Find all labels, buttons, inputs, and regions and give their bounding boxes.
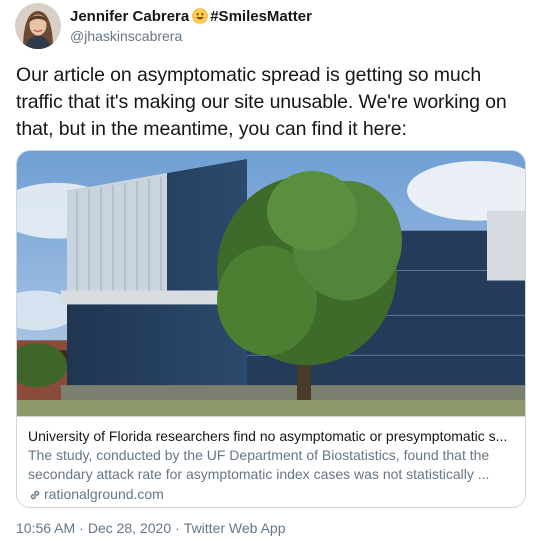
tweet-time[interactable]: 10:56 AM — [16, 520, 75, 536]
tweet: Jennifer Cabrera #SmilesMatter @jhaskinsc… — [0, 0, 540, 550]
building-photo — [17, 151, 525, 417]
smiley-face-emoji — [192, 8, 209, 24]
card-description: The study, conducted by the UF Departmen… — [28, 447, 490, 482]
link-card[interactable]: University of Florida researchers find n… — [16, 150, 526, 508]
user-handle[interactable]: @jhaskinscabrera — [70, 27, 312, 46]
card-domain: rationalground.com — [28, 485, 514, 504]
tweet-text: Our article on asymptomatic spread is ge… — [16, 64, 507, 140]
link-icon — [30, 490, 40, 499]
card-body: University of Florida researchers find n… — [17, 417, 525, 504]
meta-separator: · — [175, 520, 180, 536]
user-names: Jennifer Cabrera #SmilesMatter @jhaskinsc… — [70, 7, 312, 46]
avatar[interactable] — [15, 3, 61, 49]
meta-separator: · — [79, 520, 84, 536]
card-domain-text: rationalground.com — [44, 486, 164, 502]
display-name-text: Jennifer Cabrera — [70, 8, 190, 25]
display-name-hashtag: #SmilesMatter — [210, 8, 312, 25]
tweet-source[interactable]: Twitter Web App — [184, 520, 286, 536]
tweet-date[interactable]: Dec 28, 2020 — [88, 520, 171, 536]
display-name[interactable]: Jennifer Cabrera #SmilesMatter — [70, 8, 312, 25]
tweet-meta: 10:56 AM · Dec 28, 2020 · Twitter Web App — [16, 520, 285, 536]
profile-photo — [15, 3, 61, 49]
card-title: University of Florida researchers find n… — [28, 428, 508, 444]
